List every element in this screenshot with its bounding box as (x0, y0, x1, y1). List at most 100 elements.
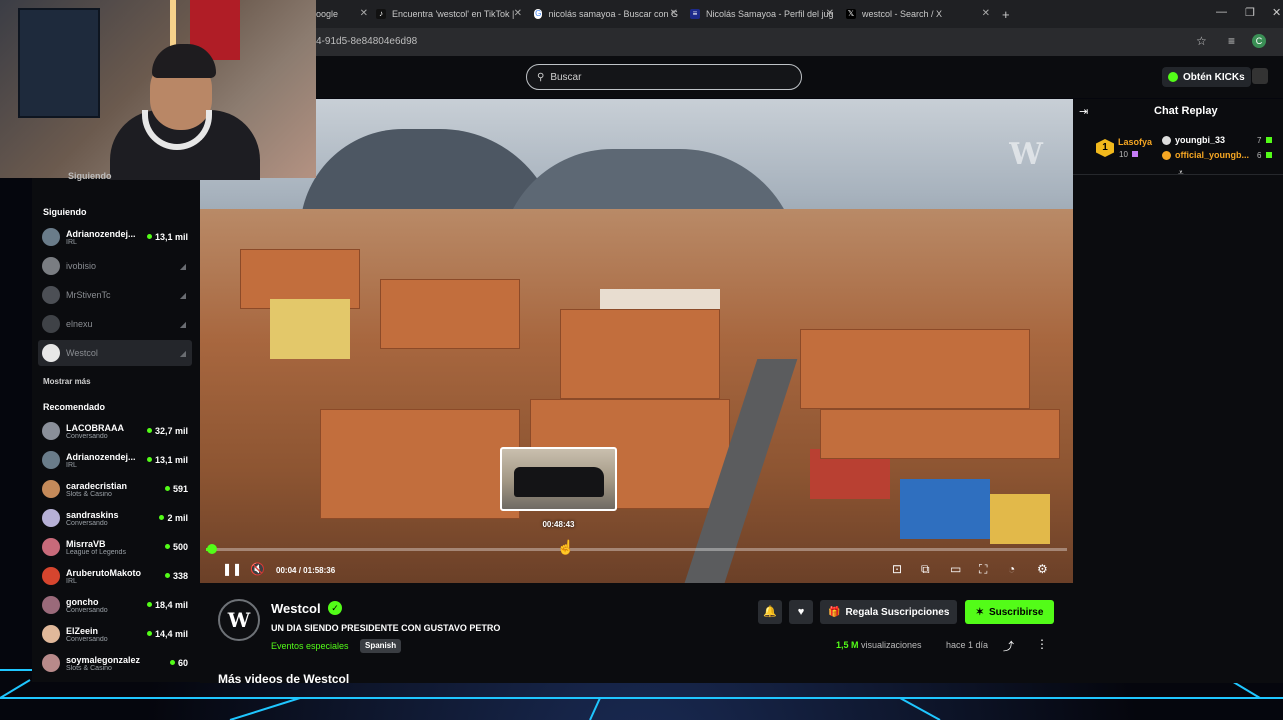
tab-title: westcol - Search / X (862, 9, 943, 19)
offline-icon: ◢ (179, 348, 186, 358)
language-tag[interactable]: Spanish (360, 639, 402, 653)
offline-icon: ◢ (179, 261, 186, 271)
avatar (42, 451, 60, 469)
channel-category: IRL (66, 238, 77, 246)
search-placeholder: Buscar (550, 71, 582, 83)
channel-category: Conversando (66, 519, 108, 527)
chat-divider (1073, 174, 1283, 175)
live-dot-icon (146, 428, 152, 433)
avatar (42, 596, 60, 614)
view-count: 1,5 M visualizaciones (836, 640, 922, 650)
pause-icon[interactable]: ❚❚ (222, 562, 242, 576)
share-icon[interactable]: ⤴ (1003, 638, 1014, 654)
sidebar-item[interactable]: Adrianozendej... IRL 13,1 mil (38, 224, 192, 250)
collapse-chat-icon[interactable]: ⇥ (1079, 105, 1088, 118)
star-icon[interactable]: ☆ (1196, 34, 1207, 48)
sidebar-item[interactable]: caradecristian Slots & Casino 591 (38, 476, 192, 502)
channel-category: Conversando (66, 635, 108, 643)
sidebar-item[interactable]: ElZeein Conversando 14,4 mil (38, 621, 192, 647)
avatar (42, 538, 60, 556)
progress-bar[interactable] (206, 548, 1067, 551)
close-icon[interactable]: ✕ (514, 8, 522, 19)
viewer-count: 591 (164, 484, 188, 494)
browser-tab[interactable]: 𝕏 westcol - Search / X ✕ (846, 4, 990, 24)
seek-preview-time: 00:48:43 (542, 520, 575, 529)
leaderboard-name[interactable]: official_youngb... (1175, 150, 1249, 160)
show-more-link[interactable]: Mostrar más (43, 377, 91, 386)
green-gift-icon (1266, 152, 1272, 158)
settings-gear-icon[interactable]: ⚙ (1037, 562, 1048, 576)
sidebar-item[interactable]: goncho Conversando 18,4 mil (38, 592, 192, 618)
channel-name[interactable]: Westcol (271, 601, 321, 616)
search-icon: ⚲ (537, 71, 545, 83)
avatar (42, 228, 60, 246)
channel-name: Adrianozendej... (66, 228, 136, 239)
close-icon[interactable]: ✕ (826, 8, 834, 19)
subscribe-button[interactable]: ✶ Suscribirse (965, 600, 1054, 624)
notifications-bell-button[interactable]: 🔔 (758, 600, 782, 624)
category-link[interactable]: Eventos especiales (271, 641, 349, 651)
sidebar-item[interactable]: Westcol ◢ (38, 340, 192, 366)
progress-knob[interactable] (206, 544, 217, 554)
leaderboard-name[interactable]: Lasofya (1118, 137, 1152, 147)
channel-avatar[interactable]: W (218, 599, 260, 641)
leaderboard-name[interactable]: youngbi_33 (1175, 135, 1225, 145)
sub-gift-icon (1132, 151, 1138, 157)
channel-name: elnexu (66, 319, 93, 329)
avatar (42, 344, 60, 362)
theater-mode-icon[interactable]: ▭ (950, 562, 961, 576)
sidebar-item[interactable]: sandraskins Conversando 2 mil (38, 505, 192, 531)
tab-title: nicolás samayoa - Buscar con G (548, 9, 678, 19)
clip-icon[interactable]: ⧉ (921, 562, 930, 577)
search-input[interactable]: ⚲ Buscar (526, 64, 802, 90)
follow-heart-button[interactable]: ♥ (789, 600, 813, 624)
user-menu-icon[interactable] (1252, 68, 1268, 84)
close-icon[interactable]: ✕ (982, 8, 990, 19)
channel-category: League of Legends (66, 548, 126, 556)
browser-tab[interactable]: ♪ Encuentra 'westcol' en TikTok | ✕ (376, 4, 522, 24)
channel-name: goncho (66, 596, 99, 607)
following-heading: Siguiendo (43, 207, 87, 217)
sidebar-item[interactable]: elnexu ◢ (38, 311, 192, 337)
sidebar-item[interactable]: soymalegonzalez Slots & Casino 60 (38, 650, 192, 676)
video-building (900, 479, 990, 539)
tab-title: Encuentra 'westcol' en TikTok | (392, 9, 515, 19)
live-dot-icon (146, 631, 152, 636)
get-kicks-button[interactable]: Obtén KICKs (1162, 67, 1251, 87)
new-tab-button[interactable]: + (1002, 4, 1016, 24)
sidebar-item[interactable]: LACOBRAAA Conversando 32,7 mil (38, 418, 192, 444)
sidebar-item[interactable]: AruberutoMakoto IRL 338 (38, 563, 192, 589)
avatar (42, 625, 60, 643)
viewer-count: 500 (164, 542, 188, 552)
channel-category: IRL (66, 577, 77, 585)
minimize-icon[interactable]: — (1216, 6, 1227, 18)
mute-icon[interactable]: 🔇 (250, 562, 265, 576)
fullscreen-icon[interactable]: ⛶ (979, 562, 987, 577)
channel-name: MrStivenTc (66, 290, 111, 300)
browser-tab[interactable]: G nicolás samayoa - Buscar con G ✕ (534, 4, 678, 24)
video-building (990, 494, 1050, 544)
x-icon: 𝕏 (846, 9, 856, 19)
url-text[interactable]: 4-91d5-8e84804e6d98 (316, 36, 417, 47)
sidebar-item[interactable]: MisrraVB League of Legends 500 (38, 534, 192, 560)
extensions-icon[interactable]: ≡ (1228, 34, 1235, 48)
sidebar-item[interactable]: Adrianozendej... IRL 13,1 mil (38, 447, 192, 473)
sidebar-item[interactable]: MrStivenTc ◢ (38, 282, 192, 308)
restore-icon[interactable]: ❐ (1245, 6, 1255, 19)
viewer-count: 13,1 mil (146, 232, 188, 242)
miniplayer-icon[interactable]: ⊡ (892, 562, 902, 576)
more-options-icon[interactable]: ⋮ (1036, 637, 1048, 651)
browser-tab[interactable]: oogle ✕ (316, 4, 368, 24)
published-ago: hace 1 día (946, 640, 989, 650)
sidebar-item[interactable]: ivobisio ◢ (38, 253, 192, 279)
browser-tab[interactable]: ≡ Nicolás Samayoa - Perfil del jug ✕ (690, 4, 834, 24)
channel-category: Slots & Casino (66, 664, 112, 672)
gift-subscriptions-button[interactable]: 🎁 Regala Suscripciones (820, 600, 958, 624)
playback-speed-icon[interactable]: ◔ (1008, 562, 1015, 576)
close-icon[interactable]: ✕ (670, 8, 678, 19)
viewer-count: 13,1 mil (146, 455, 188, 465)
close-window-icon[interactable]: ✕ (1272, 6, 1281, 19)
close-icon[interactable]: ✕ (360, 8, 368, 19)
video-player[interactable]: W 00:48:43 ☝ ❚❚ 🔇 00:04 / 01:58:36 ⊡ ⧉ ▭… (200, 99, 1073, 583)
browser-profile-avatar[interactable]: C (1252, 34, 1266, 48)
